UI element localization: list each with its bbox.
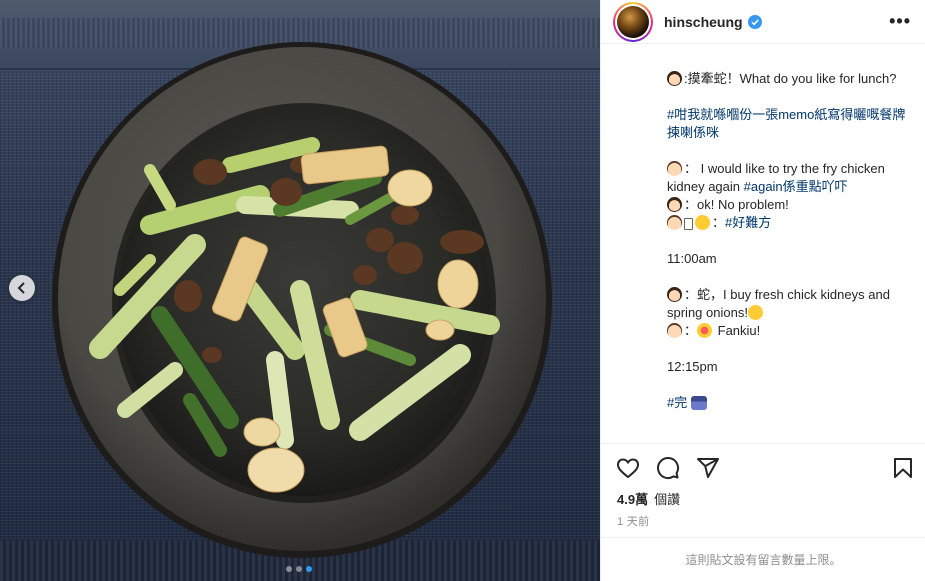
post-side-panel: hinscheung ••• :摸牽蛇！What do you like for… bbox=[600, 0, 925, 581]
unknown-glyph-icon bbox=[684, 218, 693, 230]
man-emoji-icon bbox=[667, 323, 682, 338]
carousel-indicator bbox=[286, 566, 312, 572]
food-plate-illustration bbox=[52, 42, 552, 558]
avatar-image bbox=[617, 5, 649, 38]
caption-line: ：#好難方 bbox=[667, 214, 906, 232]
hashtag-link[interactable]: #好難方 bbox=[725, 215, 771, 230]
views-count[interactable]: 4.9萬 個讚 bbox=[617, 489, 680, 508]
hashtag-link[interactable]: #完 bbox=[667, 395, 687, 410]
caption-text: ：ok! No problem! bbox=[684, 197, 789, 212]
save-button[interactable] bbox=[890, 455, 916, 481]
woman-emoji-icon bbox=[667, 287, 682, 302]
caption-line: ：ok! No problem! bbox=[667, 196, 906, 214]
person-bowing-emoji-icon bbox=[690, 396, 707, 410]
woman-emoji-icon bbox=[667, 197, 682, 212]
caption-text: ：蛇，I buy fresh chick kidneys and spring … bbox=[667, 287, 890, 320]
caption-text: ： bbox=[712, 215, 726, 230]
woman-emoji-icon bbox=[667, 71, 682, 86]
heart-icon bbox=[616, 457, 640, 478]
carousel-dot-active bbox=[306, 566, 312, 572]
caption-line: ： Fankiu! bbox=[667, 322, 906, 340]
carousel-prev-button[interactable] bbox=[9, 275, 35, 301]
thinking-emoji-icon bbox=[695, 215, 710, 230]
caption-line: #咁我就喺嗰份一張memo紙寫得曬嘅餐牌揀喇係咪 bbox=[667, 106, 906, 142]
hashtag-link[interactable]: #again係重點吖吓 bbox=[744, 179, 848, 194]
username-link[interactable]: hinscheung bbox=[664, 14, 743, 30]
caption-line: ： I would like to try the fry chicken ki… bbox=[667, 160, 906, 196]
caption-time: 12:15pm bbox=[667, 359, 718, 374]
caption-time: 11:00am bbox=[667, 251, 717, 266]
caption-line: :摸牽蛇！What do you like for lunch? bbox=[667, 70, 906, 88]
comment-icon bbox=[657, 456, 680, 479]
post-image[interactable] bbox=[0, 0, 600, 581]
caption-text: ： bbox=[684, 323, 698, 338]
post-header: hinscheung ••• bbox=[601, 0, 925, 44]
caption-line: ：蛇，I buy fresh chick kidneys and spring … bbox=[667, 286, 906, 322]
chevron-left-icon bbox=[17, 282, 25, 294]
post-timestamp[interactable]: 1 天前 bbox=[617, 513, 649, 529]
man-emoji-icon bbox=[667, 161, 682, 176]
views-number: 4.9萬 bbox=[617, 492, 649, 507]
caption-line: 11:00am bbox=[667, 250, 906, 268]
caption-text: :摸牽蛇！What do you like for lunch? bbox=[684, 71, 897, 86]
carousel-dot bbox=[296, 566, 302, 572]
bookmark-icon bbox=[894, 457, 912, 478]
caption-line: #完 bbox=[667, 394, 906, 412]
caption-text: Fankiu! bbox=[714, 323, 761, 338]
verified-badge-icon bbox=[747, 14, 762, 29]
more-options-button[interactable]: ••• bbox=[889, 11, 911, 32]
hashtag-link[interactable]: #咁我就喺嗰份一張memo紙寫得曬嘅餐牌揀喇係咪 bbox=[667, 107, 905, 140]
smiling-emoji-icon bbox=[747, 305, 763, 320]
avatar[interactable] bbox=[613, 1, 653, 42]
post-caption: :摸牽蛇！What do you like for lunch? #咁我就喺嗰份… bbox=[601, 58, 925, 442]
comment-button[interactable] bbox=[655, 455, 681, 481]
share-button[interactable] bbox=[695, 455, 721, 481]
post-actions bbox=[601, 443, 925, 491]
carousel-dot bbox=[286, 566, 292, 572]
comments-limited-notice: 這則貼文設有留言數量上限。 bbox=[601, 537, 925, 581]
star-struck-emoji-icon bbox=[697, 323, 713, 338]
share-icon bbox=[697, 457, 719, 478]
caption-line: 12:15pm bbox=[667, 358, 906, 376]
man-emoji-icon bbox=[667, 215, 682, 230]
like-button[interactable] bbox=[615, 455, 641, 481]
views-label: 個讚 bbox=[654, 492, 681, 507]
